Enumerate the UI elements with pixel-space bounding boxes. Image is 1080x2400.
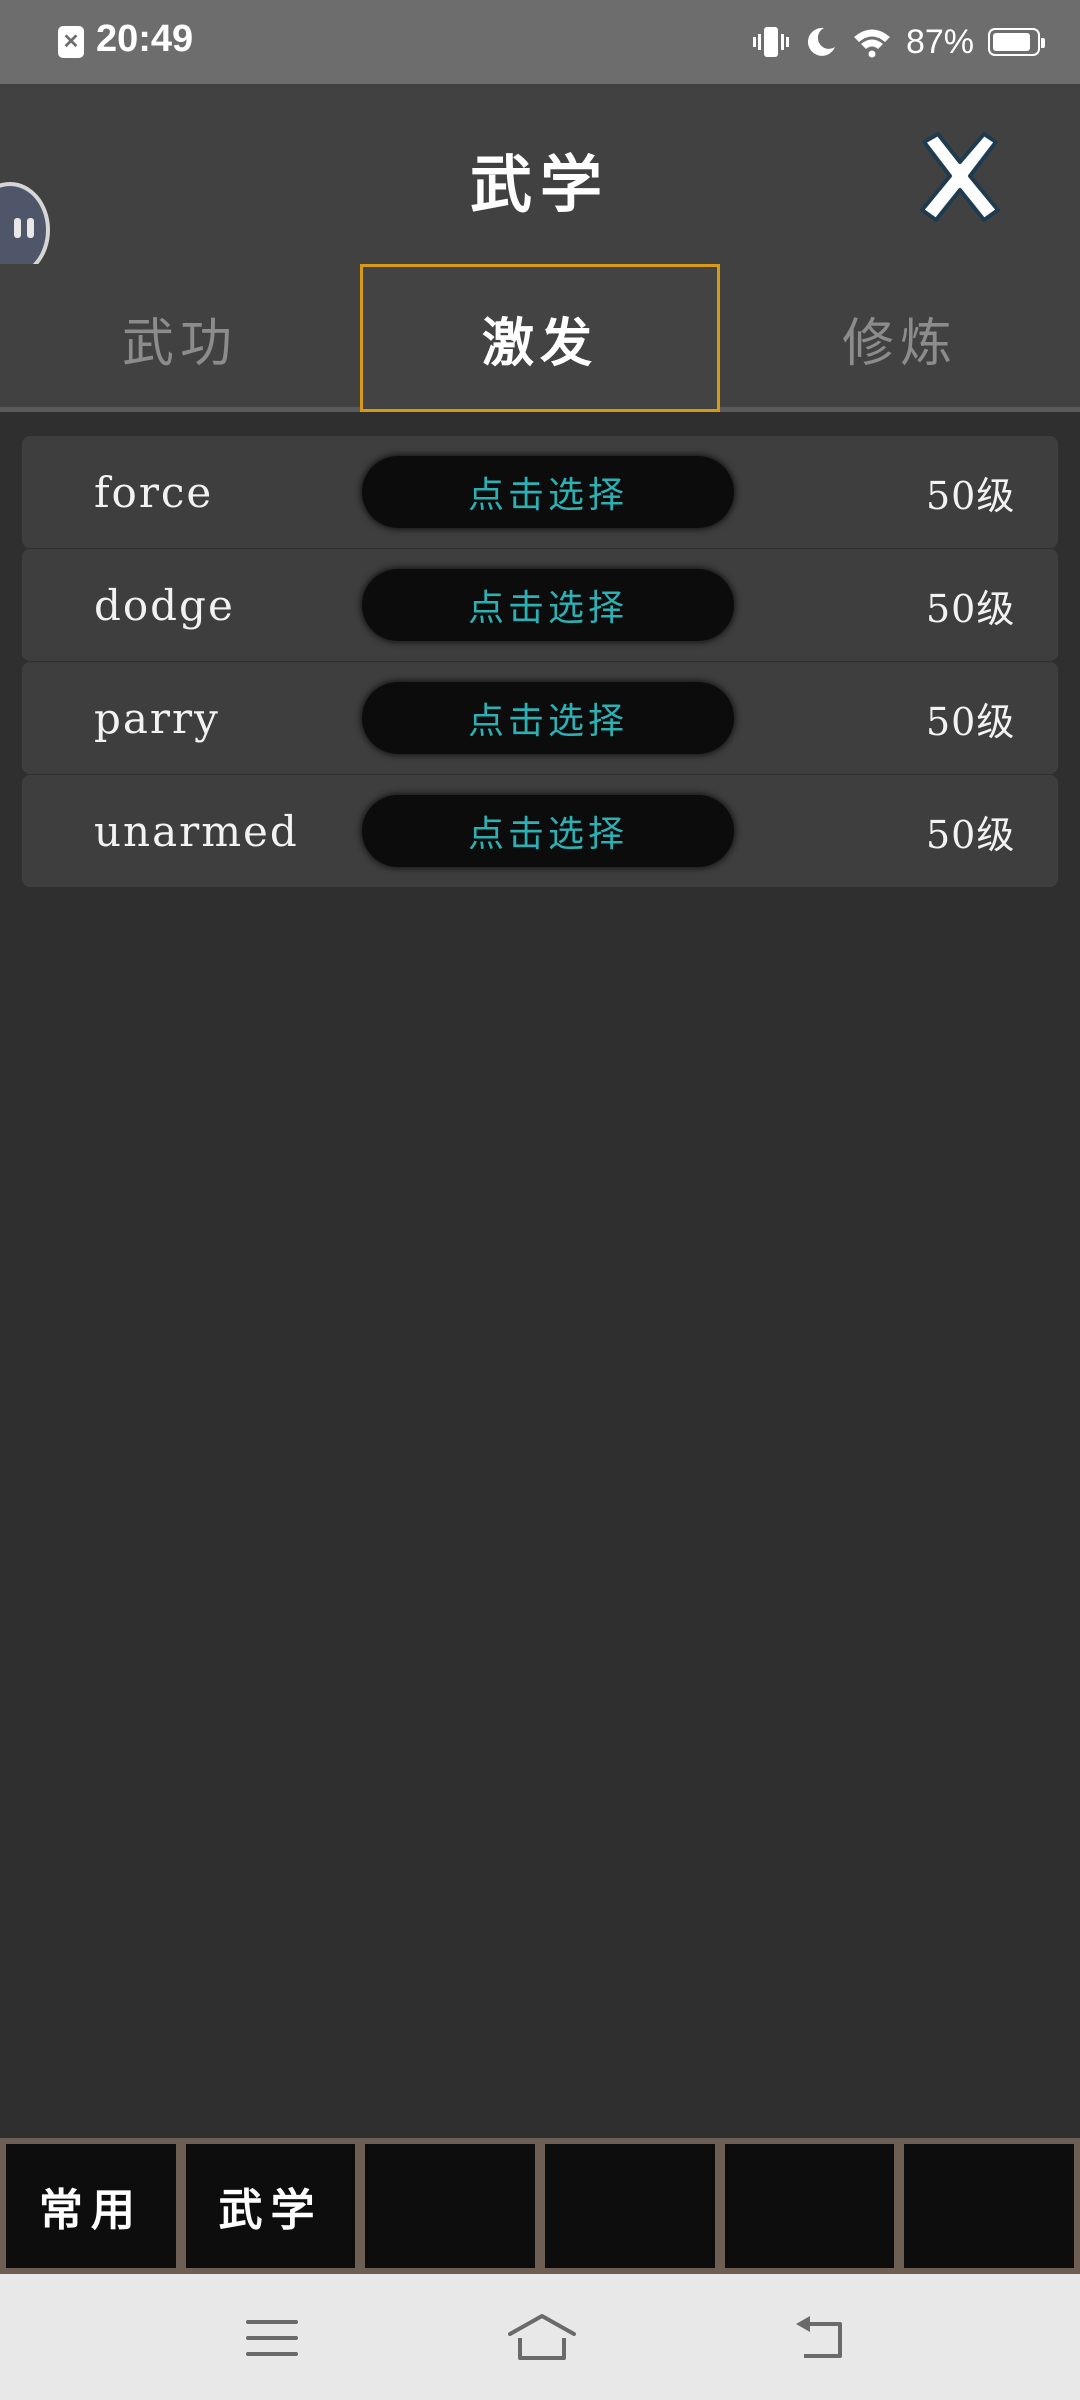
select-skill-button[interactable]: 点击选择 — [362, 569, 734, 641]
slot-empty[interactable] — [365, 2144, 536, 2268]
slot-empty[interactable] — [724, 2144, 895, 2268]
slot-empty[interactable] — [545, 2144, 715, 2268]
select-skill-button[interactable]: 点击选择 — [362, 795, 734, 867]
system-nav-bar — [0, 2274, 1080, 2400]
wifi-icon — [853, 29, 890, 58]
menu-button[interactable] — [240, 2310, 304, 2366]
status-time: 20:49 — [96, 18, 194, 60]
close-button[interactable] — [912, 128, 1008, 224]
skill-level: 50级 — [926, 812, 1016, 857]
header: 武学 — [0, 84, 1080, 264]
bottom-quick-bar: 常用 武学 — [0, 2138, 1080, 2274]
skill-level: 50级 — [926, 586, 1016, 631]
moon-icon — [807, 27, 835, 56]
skill-name: parry — [94, 693, 220, 743]
tab-martial-arts[interactable]: 武功 — [0, 264, 360, 412]
menu-icon — [246, 2320, 298, 2356]
skill-row: dodge 点击选择 50级 — [22, 549, 1058, 661]
select-skill-button[interactable]: 点击选择 — [362, 456, 734, 528]
status-bar: ✕ 20:49 87% — [0, 0, 1080, 84]
battery-percent: 87% — [905, 22, 974, 61]
sim-off-icon: ✕ — [58, 26, 84, 58]
vibrate-icon — [752, 27, 789, 57]
slot-empty[interactable] — [904, 2144, 1075, 2268]
skill-row: unarmed 点击选择 50级 — [22, 775, 1058, 887]
home-button[interactable] — [506, 2310, 578, 2366]
status-icons: 87% — [752, 18, 1045, 66]
back-icon — [796, 2316, 842, 2358]
skill-list: force 点击选择 50级 dodge 点击选择 50级 parry 点击选择… — [22, 436, 1058, 888]
tab-activate[interactable]: 激发 — [360, 264, 720, 412]
skill-name: dodge — [94, 580, 235, 630]
back-button[interactable] — [790, 2310, 854, 2366]
slot-common[interactable]: 常用 — [6, 2144, 176, 2268]
battery-fill — [993, 33, 1030, 51]
tab-cultivate[interactable]: 修炼 — [720, 264, 1080, 412]
skill-name: force — [94, 467, 214, 517]
battery-icon — [988, 28, 1045, 56]
skill-level: 50级 — [926, 473, 1016, 518]
bubble-eyes-icon — [14, 218, 34, 238]
tab-bar: 武功 激发 修炼 — [0, 264, 1080, 412]
close-icon — [920, 132, 1000, 222]
slot-martial-arts[interactable]: 武学 — [185, 2144, 356, 2268]
home-icon — [508, 2314, 576, 2360]
skill-level: 50级 — [926, 699, 1016, 744]
select-skill-button[interactable]: 点击选择 — [362, 682, 734, 754]
skill-row: force 点击选择 50级 — [22, 436, 1058, 548]
skill-name: unarmed — [94, 806, 299, 856]
skill-row: parry 点击选择 50级 — [22, 662, 1058, 774]
